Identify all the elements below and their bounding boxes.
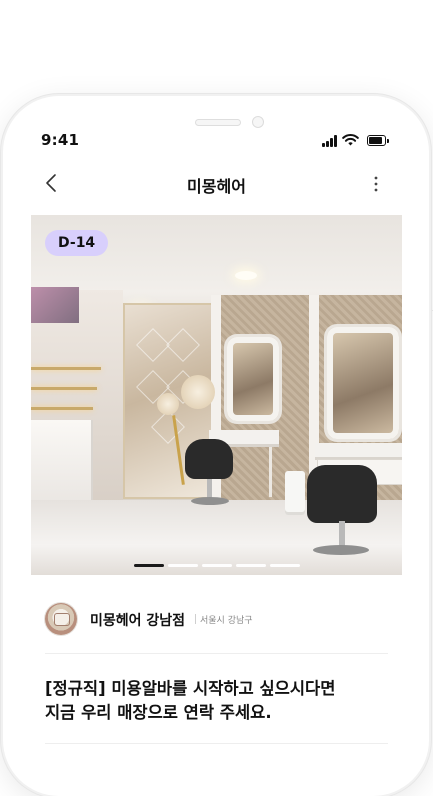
ornate-mirror (227, 337, 279, 421)
battery-icon (367, 135, 389, 146)
decorative-flower (157, 393, 179, 415)
trash-bin (285, 471, 305, 515)
wifi-icon (342, 133, 359, 146)
job-post-title-line-1: [정규직] 미용알바를 시작하고 싶으시다면 (45, 679, 336, 698)
more-vertical-icon (374, 176, 378, 192)
salon-sign (31, 287, 79, 323)
shop-name[interactable]: 미몽헤어 강남점 (90, 610, 185, 630)
shop-avatar[interactable] (45, 603, 77, 635)
lit-shelf (31, 367, 101, 370)
status-time: 9:41 (41, 131, 80, 149)
salon-chair (185, 439, 233, 479)
decorative-flower (181, 375, 215, 409)
separator (195, 614, 196, 624)
more-options-button[interactable] (366, 170, 386, 198)
vanity-table (315, 443, 402, 460)
divider (45, 653, 388, 654)
lit-shelf (31, 407, 93, 410)
lit-shelf (31, 387, 97, 390)
job-post-title-line-2: 지금 우리 매장으로 연락 주세요. (45, 703, 272, 722)
front-camera (252, 116, 264, 128)
shop-location: 서울시 강남구 (200, 616, 253, 626)
pager-dot-3[interactable] (202, 564, 232, 567)
divider (45, 743, 388, 744)
pager-dot-5[interactable] (270, 564, 300, 567)
speaker-grille (195, 119, 241, 126)
salon-chair (307, 465, 377, 523)
ceiling-light (235, 271, 257, 280)
job-post-title: [정규직] 미용알바를 시작하고 싶으시다면 지금 우리 매장으로 연락 주세요… (45, 677, 390, 725)
pager-dot-4[interactable] (236, 564, 266, 567)
salon-photo-carousel[interactable] (31, 215, 402, 575)
ornate-mirror (327, 327, 399, 439)
pager-dot-1[interactable] (134, 564, 164, 567)
pager-dot-2[interactable] (168, 564, 198, 567)
status-icons (322, 133, 392, 147)
d-day-badge: D-14 (45, 230, 109, 256)
